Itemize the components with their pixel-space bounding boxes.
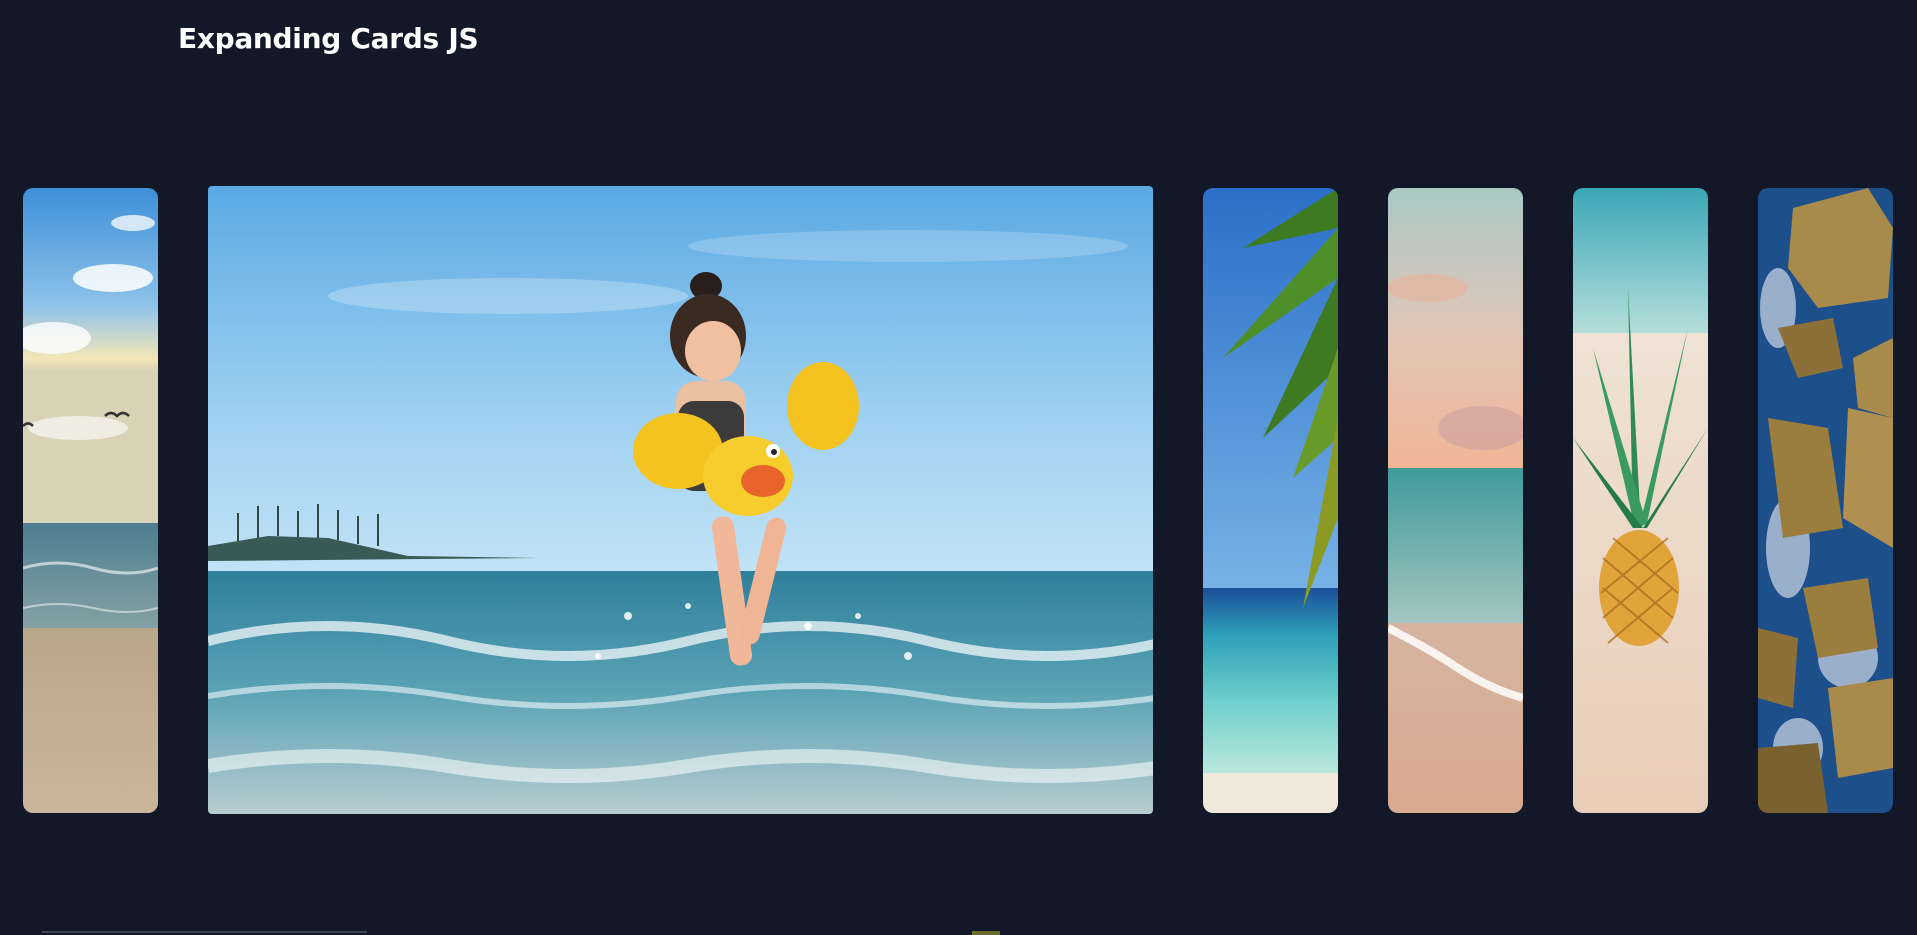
- card-image: [1758, 188, 1893, 813]
- card-image: [23, 188, 158, 813]
- card-container: [0, 0, 1917, 935]
- card-image: [1388, 188, 1523, 813]
- card-sunset-shore[interactable]: [1388, 188, 1523, 813]
- card-girl-in-waves[interactable]: [208, 186, 1153, 814]
- card-rocks-surf[interactable]: [1758, 188, 1893, 813]
- card-sky-beach[interactable]: [23, 188, 158, 813]
- card-image: [1203, 188, 1338, 813]
- card-image: [208, 186, 1153, 814]
- bottom-bar-divider: [42, 931, 367, 933]
- card-pineapple[interactable]: [1573, 188, 1708, 813]
- card-image: [1573, 188, 1708, 813]
- bottom-bar-marker: [972, 931, 1000, 935]
- card-palm-tree[interactable]: [1203, 188, 1338, 813]
